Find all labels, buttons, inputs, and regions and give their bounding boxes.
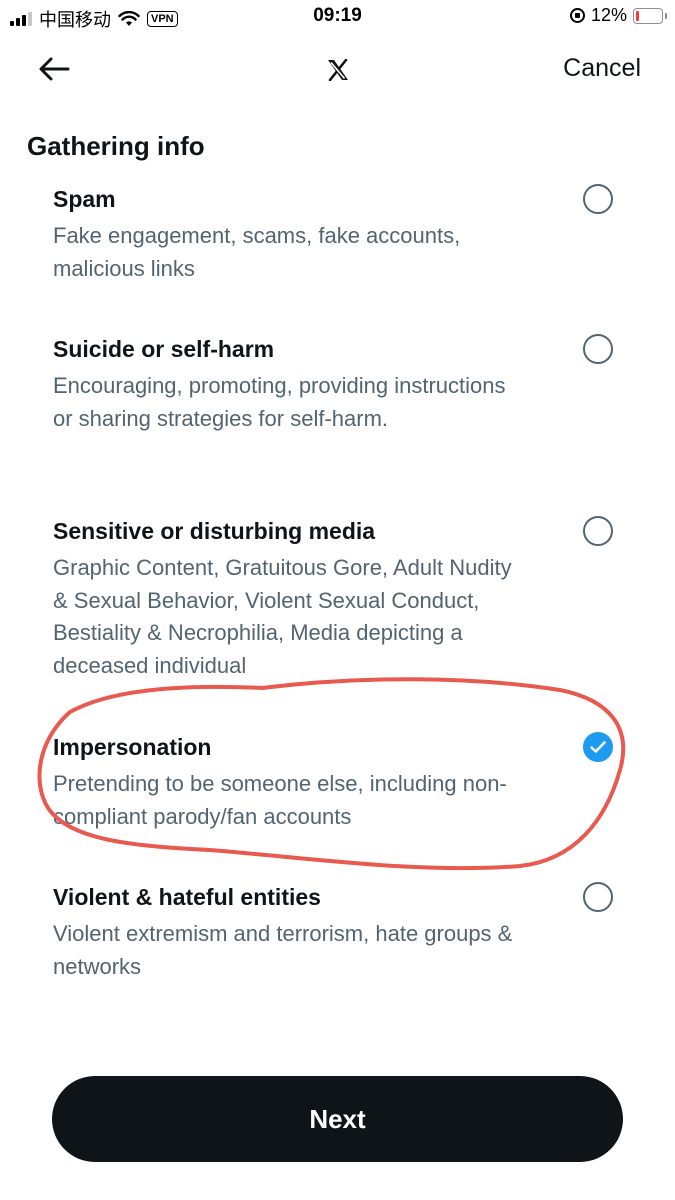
option-description: Graphic Content, Gratuitous Gore, Adult … bbox=[53, 555, 512, 678]
option-impersonation[interactable]: Impersonation Pretending to be someone e… bbox=[53, 732, 633, 833]
checkmark-icon bbox=[590, 741, 606, 753]
option-title: Impersonation bbox=[53, 734, 212, 760]
next-button[interactable]: Next bbox=[52, 1076, 623, 1162]
battery-level bbox=[636, 10, 639, 21]
x-logo bbox=[322, 56, 354, 84]
option-title: Violent & hateful entities bbox=[53, 884, 321, 910]
battery-percent: 12% bbox=[590, 5, 627, 25]
option-description: Encouraging, promoting, providing instru… bbox=[53, 373, 506, 431]
orientation-lock-icon bbox=[569, 8, 585, 23]
option-title: Sensitive or disturbing media bbox=[53, 518, 376, 544]
status-right: 12% bbox=[569, 5, 667, 26]
option-description: Fake engagement, scams, fake accounts, m… bbox=[53, 223, 461, 281]
radio-impersonation[interactable] bbox=[583, 732, 613, 762]
option-violent-hateful[interactable]: Violent & hateful entities Violent extre… bbox=[53, 882, 633, 983]
option-title: Spam bbox=[53, 186, 116, 212]
back-arrow-icon bbox=[39, 57, 70, 81]
radio-sensitive-media[interactable] bbox=[583, 516, 613, 546]
option-suicide-self-harm[interactable]: Suicide or self-harm Encouraging, promot… bbox=[53, 334, 633, 435]
cancel-button[interactable]: Cancel bbox=[563, 54, 641, 83]
option-sensitive-media[interactable]: Sensitive or disturbing media Graphic Co… bbox=[53, 516, 633, 682]
section-title: Gathering info bbox=[27, 131, 205, 161]
option-title: Suicide or self-harm bbox=[53, 336, 275, 362]
status-bar: 中国移动 VPN 09:19 12% bbox=[0, 0, 675, 34]
option-spam[interactable]: Spam Fake engagement, scams, fake accoun… bbox=[53, 184, 633, 285]
battery-icon bbox=[633, 7, 667, 24]
option-description: Pretending to be someone else, including… bbox=[53, 771, 507, 829]
radio-suicide-self-harm[interactable] bbox=[583, 334, 613, 364]
x-logo-icon bbox=[328, 59, 348, 81]
radio-violent-hateful[interactable] bbox=[583, 882, 613, 912]
radio-spam[interactable] bbox=[583, 184, 613, 214]
header: Cancel bbox=[0, 34, 675, 104]
option-description: Violent extremism and terrorism, hate gr… bbox=[53, 921, 513, 979]
back-button[interactable] bbox=[34, 52, 74, 86]
